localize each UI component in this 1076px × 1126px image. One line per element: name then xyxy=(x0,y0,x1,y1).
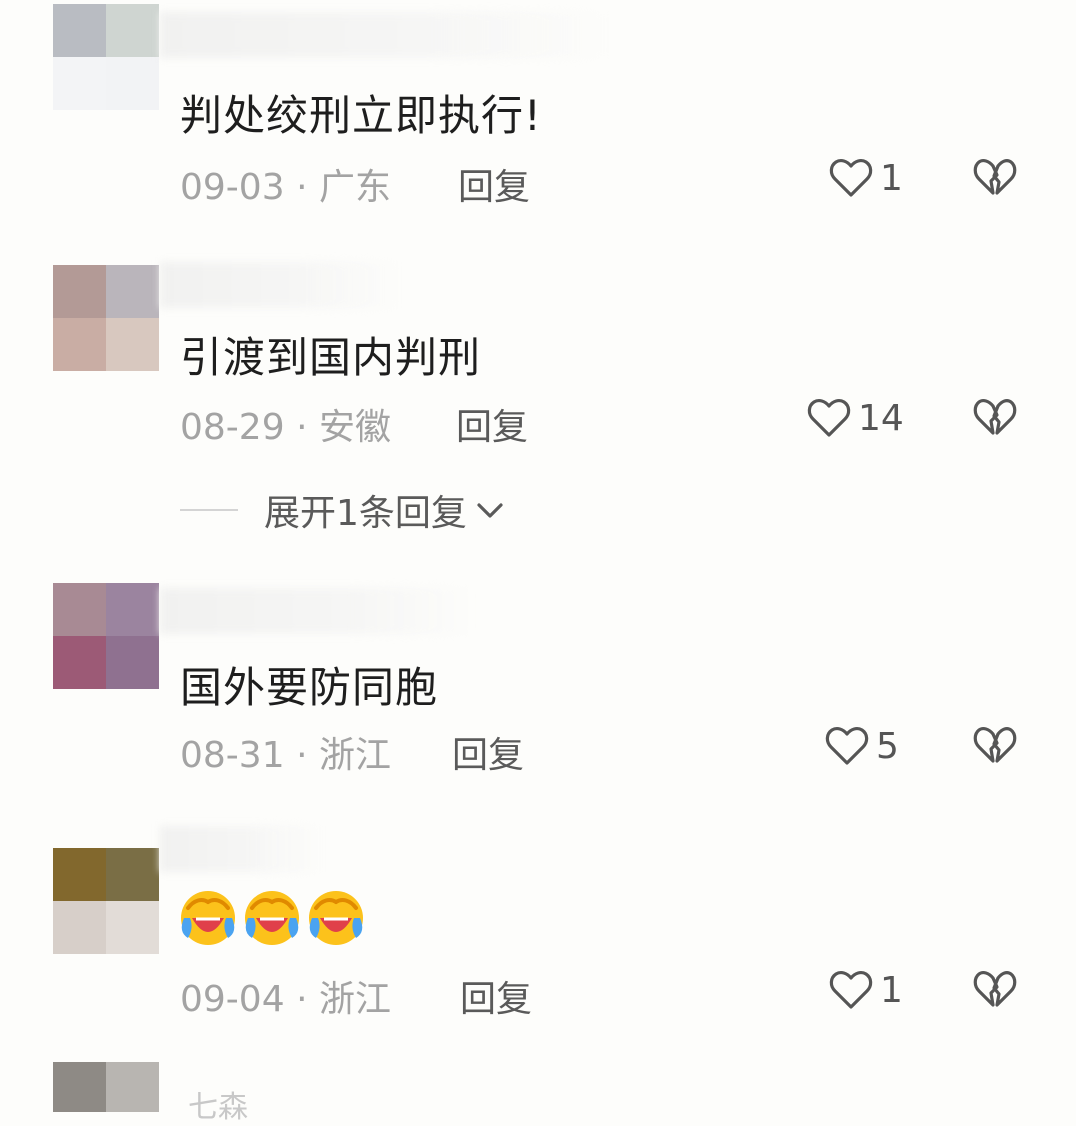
heart-outline-icon xyxy=(807,399,851,437)
rolling-laughing-crying-emoji xyxy=(309,891,363,945)
rolling-laughing-crying-emoji xyxy=(181,891,235,945)
comment-emoji-row xyxy=(178,888,366,948)
comment-date: 08-29 xyxy=(180,407,285,448)
like-count: 5 xyxy=(876,725,899,767)
broken-heart-icon[interactable] xyxy=(972,967,1018,1013)
comment-location: 安徽 xyxy=(318,407,391,448)
rolling-laughing-crying-emoji xyxy=(245,891,299,945)
avatar[interactable] xyxy=(53,265,159,371)
reply-button[interactable]: 回复 xyxy=(458,158,530,210)
username-blurred[interactable] xyxy=(160,588,480,634)
comment-text: 引渡到国内判刑 xyxy=(180,333,482,382)
broken-heart-icon[interactable] xyxy=(972,723,1018,769)
username-blurred[interactable] xyxy=(160,12,610,58)
username-blurred[interactable] xyxy=(160,826,320,872)
comment-text: 国外要防同胞 xyxy=(180,663,439,712)
like-count: 14 xyxy=(858,397,904,439)
like-button[interactable]: 1 xyxy=(828,967,903,1013)
meta-separator: · xyxy=(296,979,308,1020)
comment-meta: 09-03 · 广东 xyxy=(180,158,391,210)
reply-button[interactable]: 回复 xyxy=(460,970,532,1022)
comment-meta: 08-31 · 浙江 xyxy=(180,726,391,778)
comment-date: 09-03 xyxy=(180,167,285,208)
heart-outline-icon xyxy=(829,971,873,1009)
like-button[interactable]: 1 xyxy=(828,155,903,201)
meta-separator: · xyxy=(296,735,308,776)
comment-location: 浙江 xyxy=(318,735,391,776)
heart-outline-icon xyxy=(825,727,869,765)
broken-heart-icon[interactable] xyxy=(972,395,1018,441)
like-count: 1 xyxy=(880,969,903,1011)
like-count: 1 xyxy=(880,157,903,199)
username-blurred[interactable] xyxy=(160,262,400,308)
comment-date: 08-31 xyxy=(180,735,285,776)
meta-separator: · xyxy=(296,407,308,448)
avatar[interactable] xyxy=(53,1062,159,1112)
expand-replies-button[interactable]: 展开1条回复 xyxy=(180,484,507,536)
comment-meta: 08-29 · 安徽 xyxy=(180,398,391,450)
like-button[interactable]: 14 xyxy=(806,395,904,441)
divider-line xyxy=(180,509,238,511)
comment-text: 判处绞刑立即执行! xyxy=(180,91,542,140)
comment-meta: 09-04 · 浙江 xyxy=(180,970,391,1022)
broken-heart-icon[interactable] xyxy=(972,155,1018,201)
avatar[interactable] xyxy=(53,4,159,110)
heart-outline-icon xyxy=(829,159,873,197)
username[interactable]: 七森 xyxy=(188,1082,248,1126)
chevron-down-icon xyxy=(477,503,503,518)
avatar[interactable] xyxy=(53,848,159,954)
comment-location: 浙江 xyxy=(318,979,391,1020)
reply-button[interactable]: 回复 xyxy=(456,398,528,450)
meta-separator: · xyxy=(296,167,308,208)
like-button[interactable]: 5 xyxy=(824,723,899,769)
reply-button[interactable]: 回复 xyxy=(452,726,524,778)
avatar[interactable] xyxy=(53,583,159,689)
comment-date: 09-04 xyxy=(180,979,285,1020)
comment-location: 广东 xyxy=(318,167,391,208)
expand-replies-label: 展开1条回复 xyxy=(264,493,467,534)
